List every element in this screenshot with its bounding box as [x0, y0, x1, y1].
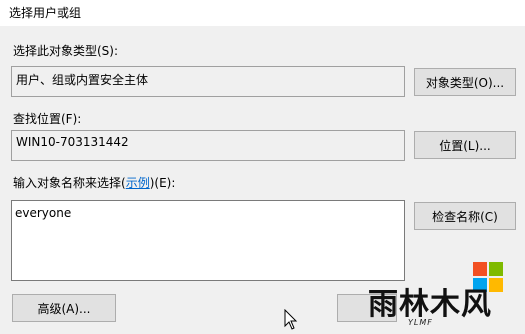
- locations-button[interactable]: 位置(L)...: [414, 131, 516, 159]
- window-title: 选择用户或组: [9, 6, 82, 20]
- location-field: WIN10-703131442: [11, 130, 405, 161]
- mouse-pointer-icon: [284, 308, 298, 334]
- object-names-label: 输入对象名称来选择(示例)(E):: [13, 174, 175, 191]
- object-type-value: 用户、组或内置安全主体: [16, 73, 149, 87]
- object-names-label-prefix: 输入对象名称来选择(: [13, 176, 126, 190]
- watermark-subtext: YLMF: [408, 318, 433, 327]
- check-names-button[interactable]: 检查名称(C): [414, 202, 516, 230]
- watermark: 雨林木风 YLMF: [368, 252, 525, 334]
- object-type-label: 选择此对象类型(S):: [13, 44, 119, 58]
- location-value: WIN10-703131442: [16, 135, 129, 149]
- object-names-value: everyone: [15, 206, 72, 220]
- examples-link[interactable]: 示例: [126, 176, 150, 190]
- watermark-text: 雨林木风: [368, 287, 492, 322]
- object-type-field: 用户、组或内置安全主体: [11, 66, 405, 97]
- object-names-input[interactable]: everyone: [11, 200, 405, 281]
- object-types-button[interactable]: 对象类型(O)...: [414, 68, 516, 96]
- advanced-button[interactable]: 高级(A)...: [12, 294, 116, 322]
- title-bar: 选择用户或组: [0, 0, 525, 26]
- object-names-label-suffix: )(E):: [149, 176, 176, 190]
- location-label: 查找位置(F):: [13, 112, 82, 126]
